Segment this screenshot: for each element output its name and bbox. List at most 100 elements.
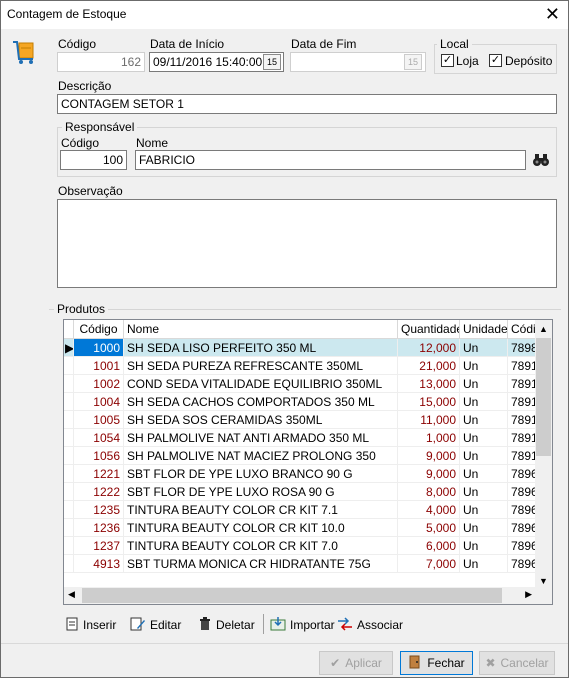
row-indicator	[64, 375, 74, 393]
cell-codigo: 1000	[74, 339, 124, 357]
cell-un: Un	[460, 465, 508, 483]
inserir-button[interactable]: Inserir	[65, 615, 116, 635]
title-bar: Contagem de Estoque ✕	[1, 1, 568, 29]
calendar-icon[interactable]: 15	[263, 54, 281, 70]
loja-label: Loja	[456, 54, 479, 68]
scroll-down-icon[interactable]: ▼	[539, 576, 548, 586]
fechar-button[interactable]: Fechar	[400, 651, 473, 675]
table-row[interactable]: 1235 TINTURA BEAUTY COLOR CR KIT 7.1 4,000…	[64, 501, 536, 519]
cell-un: Un	[460, 339, 508, 357]
table-row[interactable]: 1002 COND SEDA VITALIDADE EQUILIBRIO 350M…	[64, 375, 536, 393]
cell-codigo: 1056	[74, 447, 124, 465]
cell-ean: 78910	[508, 357, 536, 375]
col-header-codigo-barras[interactable]: Códig	[508, 320, 536, 339]
cell-nome: COND SEDA VITALIDADE EQUILIBRIO 350ML	[124, 375, 398, 393]
row-indicator	[64, 447, 74, 465]
observacao-label: Observação	[58, 184, 123, 198]
row-indicator	[64, 483, 74, 501]
table-row[interactable]: 1236 TINTURA BEAUTY COLOR CR KIT 10.0 5,00…	[64, 519, 536, 537]
table-row[interactable]: 1056 SH PALMOLIVE NAT MACIEZ PROLONG 350 9…	[64, 447, 536, 465]
associate-icon	[337, 616, 353, 634]
trash-icon	[198, 616, 212, 634]
cell-nome: SBT TURMA MONICA CR HIDRATANTE 75G	[124, 555, 398, 573]
col-header-nome[interactable]: Nome	[124, 320, 398, 339]
editar-button[interactable]: Editar	[130, 615, 181, 635]
cell-un: Un	[460, 375, 508, 393]
deletar-button[interactable]: Deletar	[198, 615, 255, 635]
calendar-icon[interactable]: 15	[404, 54, 422, 70]
cell-codigo: 1005	[74, 411, 124, 429]
binoculars-search-icon[interactable]	[532, 152, 550, 168]
cell-un: Un	[460, 393, 508, 411]
codigo-field[interactable]: 162	[57, 52, 145, 72]
descricao-label: Descrição	[58, 79, 112, 93]
table-row[interactable]: 1221 SBT FLOR DE YPE LUXO BRANCO 90 G 9,00…	[64, 465, 536, 483]
window-title: Contagem de Estoque	[7, 7, 127, 21]
table-row[interactable]: 1001 SH SEDA PUREZA REFRESCANTE 350ML 21,0…	[64, 357, 536, 375]
responsavel-codigo-field[interactable]: 100	[60, 150, 127, 170]
cell-qtd: 15,000	[398, 393, 460, 411]
horizontal-scroll-thumb[interactable]	[82, 588, 502, 603]
responsavel-nome-field[interactable]: FABRICIO	[135, 150, 526, 170]
scroll-right-icon[interactable]: ▶	[525, 589, 532, 600]
cell-ean: 78965	[508, 537, 536, 555]
cell-un: Un	[460, 537, 508, 555]
cell-ean: 78965	[508, 519, 536, 537]
cancelar-button[interactable]: ✖ Cancelar	[479, 651, 555, 675]
table-row[interactable]: 1005 SH SEDA SOS CERAMIDAS 350ML 11,000 Un 7…	[64, 411, 536, 429]
dialog-window: Contagem de Estoque ✕ Código 162 Data de…	[0, 0, 569, 678]
cell-nome: SBT FLOR DE YPE LUXO ROSA 90 G	[124, 483, 398, 501]
importar-button[interactable]: Importar	[270, 615, 335, 635]
produtos-grid[interactable]: Código Nome Quantidade Unidade Códig ▶10…	[63, 319, 553, 605]
cell-ean: 78965	[508, 501, 536, 519]
table-row[interactable]: 4913 SBT TURMA MONICA CR HIDRATANTE 75G 7,…	[64, 555, 536, 573]
cell-qtd: 11,000	[398, 411, 460, 429]
table-row[interactable]: 1004 SH SEDA CACHOS COMPORTADOS 350 ML 15,…	[64, 393, 536, 411]
col-header-unidade[interactable]: Unidade	[460, 320, 508, 339]
vertical-scroll-thumb[interactable]	[536, 338, 551, 456]
table-row[interactable]: 1054 SH PALMOLIVE NAT ANTI ARMADO 350 ML 1…	[64, 429, 536, 447]
cell-nome: SH SEDA SOS CERAMIDAS 350ML	[124, 411, 398, 429]
cell-nome: TINTURA BEAUTY COLOR CR KIT 7.1	[124, 501, 398, 519]
local-label: Local	[437, 37, 472, 51]
col-header-quantidade[interactable]: Quantidade	[398, 320, 460, 339]
associar-button[interactable]: Associar	[337, 615, 403, 635]
responsavel-codigo-label: Código	[61, 136, 100, 150]
vertical-scrollbar[interactable]: ▲ ▼	[535, 320, 552, 588]
table-row[interactable]: 1237 TINTURA BEAUTY COLOR CR KIT 7.0 6,000…	[64, 537, 536, 555]
close-icon[interactable]: ✕	[545, 4, 560, 24]
cell-qtd: 13,000	[398, 375, 460, 393]
responsavel-nome-label: Nome	[136, 136, 169, 150]
scroll-left-icon[interactable]: ◀	[68, 589, 75, 600]
cell-un: Un	[460, 411, 508, 429]
deposito-label: Depósito	[505, 54, 553, 68]
table-row[interactable]: ▶ 1000 SH SEDA LISO PERFEITO 350 ML 12,000 U…	[64, 339, 536, 357]
cell-ean: 78960	[508, 465, 536, 483]
importar-label: Importar	[290, 618, 335, 632]
inventory-cart-icon	[11, 39, 37, 65]
cell-codigo: 1237	[74, 537, 124, 555]
observacao-textarea[interactable]	[57, 199, 557, 288]
scroll-up-icon[interactable]: ▲	[539, 324, 548, 334]
deposito-checkbox[interactable]: ✓	[489, 54, 502, 67]
data-fim-label: Data de Fim	[291, 37, 357, 51]
cell-ean: 78910	[508, 447, 536, 465]
table-row[interactable]: 1222 SBT FLOR DE YPE LUXO ROSA 90 G 8,000 U…	[64, 483, 536, 501]
cell-un: Un	[460, 483, 508, 501]
cell-un: Un	[460, 447, 508, 465]
close-door-icon	[408, 655, 422, 672]
cell-un: Un	[460, 429, 508, 447]
cell-qtd: 9,000	[398, 447, 460, 465]
horizontal-scrollbar[interactable]: ◀ ▶	[64, 587, 536, 604]
row-indicator	[64, 501, 74, 519]
col-header-codigo[interactable]: Código	[74, 320, 124, 339]
toolbar-separator	[263, 614, 264, 634]
aplicar-button[interactable]: ✔ Aplicar	[319, 651, 393, 675]
row-indicator	[64, 465, 74, 483]
cell-nome: SH SEDA CACHOS COMPORTADOS 350 ML	[124, 393, 398, 411]
editar-label: Editar	[150, 618, 182, 632]
loja-checkbox[interactable]: ✓	[441, 54, 454, 67]
import-icon	[270, 616, 286, 634]
descricao-field[interactable]: CONTAGEM SETOR 1	[57, 94, 557, 114]
cell-nome: TINTURA BEAUTY COLOR CR KIT 7.0	[124, 537, 398, 555]
